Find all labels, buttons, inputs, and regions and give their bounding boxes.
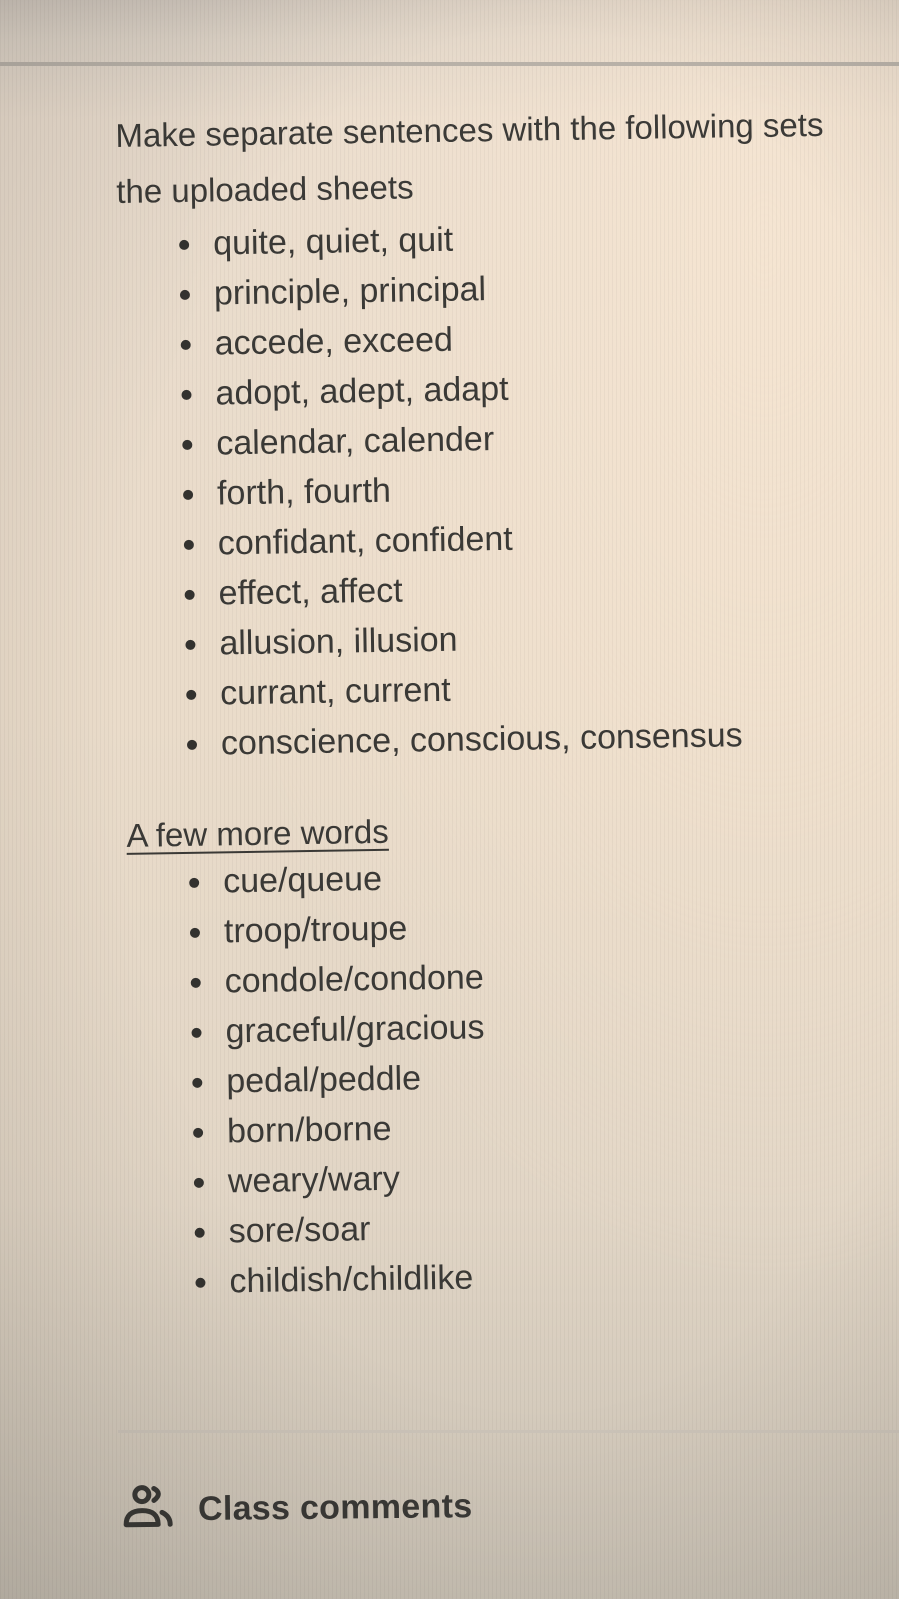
more-words-list: cue/queue troop/troupe condole/condone g… [127, 846, 899, 1308]
word-set-text: accede, exceed [214, 320, 454, 363]
assignment-description: Make separate sentences with the followi… [115, 96, 899, 1308]
bullet-icon [183, 489, 194, 500]
more-words-heading: A few more words [126, 812, 389, 854]
assignment-instructions: Make separate sentences with the followi… [115, 96, 899, 220]
word-pair-text: sore/soar [228, 1210, 371, 1251]
word-pair-text: troop/troupe [223, 909, 408, 951]
people-icon [118, 1480, 177, 1539]
bullet-icon [186, 739, 198, 750]
word-set-text: confidant, confident [217, 519, 514, 563]
class-comments-label: Class comments [197, 1486, 473, 1528]
word-set-text: effect, affect [218, 571, 403, 613]
word-set-text: quite, quiet, quit [212, 220, 454, 263]
list-item: conscience, conscious, consensus [183, 708, 899, 769]
bullet-icon [179, 289, 191, 301]
bullet-icon [194, 1227, 205, 1238]
word-set-text: currant, current [219, 670, 452, 713]
top-divider [0, 62, 899, 66]
word-pair-text: born/borne [226, 1109, 392, 1151]
bullet-icon [186, 689, 197, 700]
word-set-text: allusion, illusion [219, 620, 458, 663]
bullet-icon [184, 589, 195, 600]
list-item: childish/childlike [191, 1246, 899, 1307]
comments-divider [118, 1430, 899, 1433]
word-set-text: forth, fourth [216, 471, 392, 513]
bullet-icon [182, 439, 193, 450]
word-pair-text: condole/condone [224, 958, 485, 1001]
bullet-icon [181, 389, 192, 400]
bullet-icon [180, 339, 191, 350]
bullet-icon [191, 1027, 202, 1038]
bullet-icon [189, 927, 201, 938]
bullet-icon [190, 977, 201, 988]
word-sets-list: quite, quiet, quit principle, principal … [117, 208, 899, 770]
word-pair-text: weary/wary [227, 1159, 401, 1201]
bullet-icon [189, 877, 200, 888]
bullet-icon [193, 1127, 204, 1138]
class-comments-button[interactable]: Class comments [118, 1476, 473, 1540]
bullet-icon [193, 1177, 204, 1188]
word-pair-text: graceful/gracious [225, 1008, 485, 1051]
bullet-icon [195, 1277, 206, 1288]
bullet-icon [192, 1077, 203, 1088]
bullet-icon [183, 539, 194, 550]
word-pair-text: pedal/peddle [226, 1059, 422, 1101]
bullet-icon [185, 639, 196, 650]
word-pair-text: childish/childlike [229, 1258, 474, 1301]
word-set-text: adopt, adept, adapt [215, 369, 509, 413]
bullet-icon [179, 239, 190, 251]
word-set-text: principle, principal [213, 270, 487, 313]
word-pair-text: cue/queue [222, 859, 383, 901]
word-set-text: conscience, conscious, consensus [220, 716, 743, 763]
word-set-text: calendar, calender [215, 420, 495, 463]
